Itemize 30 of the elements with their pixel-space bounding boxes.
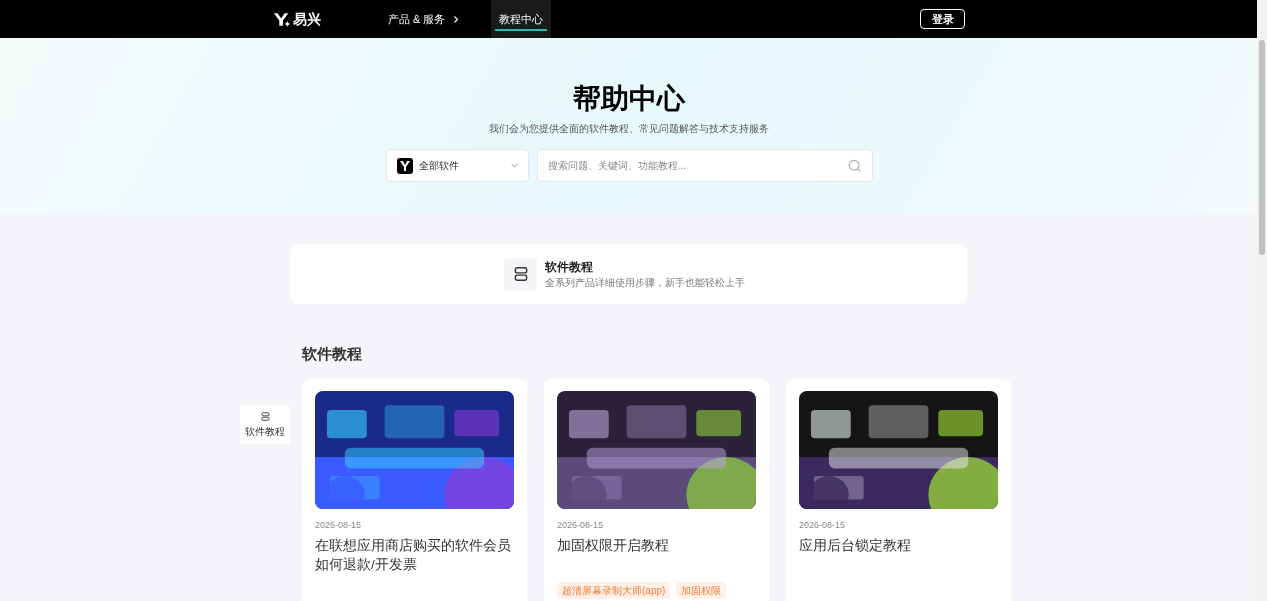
page-subtitle: 我们会为您提供全面的软件教程、常见问题解答与技术支持服务 [488,122,769,136]
search-icon [847,158,862,173]
layers-icon [259,410,271,422]
article-date: 2026-08-15 [315,519,363,532]
article-card[interactable]: 2026-08-15 应用后台锁定教程 [786,379,1011,601]
category-title: 软件教程 [545,258,594,276]
software-select[interactable]: 全部软件 [385,149,529,183]
search-field[interactable]: 搜索问题、关键词、功能教程... [536,149,873,183]
logo-text: 易兴 [293,9,321,29]
section-title: 软件教程 [302,344,362,364]
article-date: 2026-08-15 [799,519,847,532]
article-date: 2026-08-15 [557,519,605,532]
tag: 加固权限 [676,581,727,599]
login-button[interactable]: 登录 [920,9,965,29]
article-card[interactable]: 2026-08-15 在联想应用商店购买的软件会员如何退款/开发票 [302,379,527,601]
app-logo-icon [396,157,413,174]
search-input[interactable]: 搜索问题、关键词、功能教程... [547,158,848,174]
chevron-down-icon [510,163,518,169]
nav-tab[interactable]: 教程中心 [491,0,552,38]
tag: 超清屏幕录制大师(app) [557,581,671,599]
article-card[interactable]: 2026-08-15 加固权限开启教程 超清屏幕录制大师(app) 加固权限 [544,379,769,601]
category-card[interactable]: 软件教程 全系列产品详细使用步骤，新手也能轻松上手 [290,244,967,304]
nav-tab[interactable]: 产品 & 服务 [380,0,468,38]
page-title: 帮助中心 [572,82,685,116]
side-nav-item[interactable]: 软件教程 [240,405,290,444]
article-title: 应用后台锁定教程 [799,536,912,555]
category-description: 全系列产品详细使用步骤，新手也能轻松上手 [545,275,745,290]
article-title: 加固权限开启教程 [557,536,670,555]
article-title: 在联想应用商店购买的软件会员如何退款/开发票 [315,536,512,574]
logo-icon [273,11,291,27]
